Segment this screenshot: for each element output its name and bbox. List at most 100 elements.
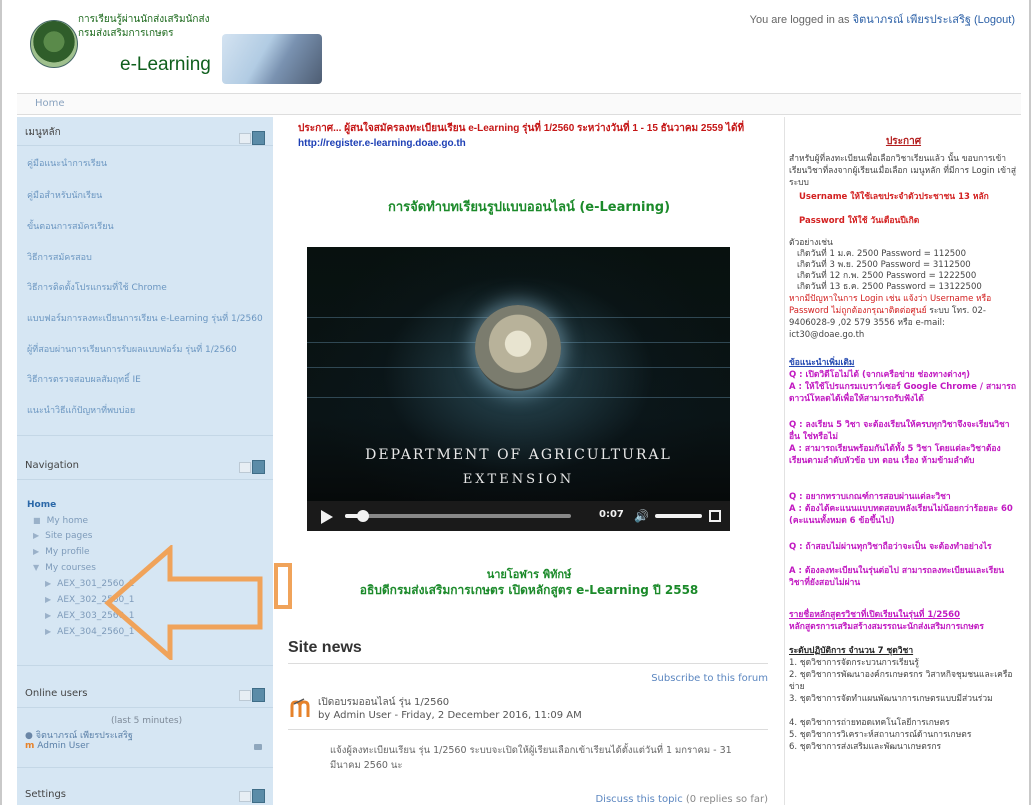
bullet-icon: ■ xyxy=(33,516,41,525)
faq-a: A : ต้องลงทะเบียนในรุ่นต่อไป สามารถลงทะเ… xyxy=(789,566,1005,588)
bullet-username: Username ให้ใช้เลขประจำตัวประชาชน 13 หลั… xyxy=(799,192,989,202)
bullet-password: Password ให้ใช้ วันเดือนปีเกิด xyxy=(799,216,920,226)
menu-item[interactable]: วิธีการติดตั้งโปรแกรมที่ใช้ Chrome xyxy=(27,280,167,294)
menu-item[interactable]: วิธีการตรวจสอบผลสัมฤทธิ์ IE xyxy=(27,372,141,386)
nav-item-my-courses[interactable]: ▼ My courses xyxy=(33,563,96,573)
course-list-item: 5. ชุดวิชาการวิเคราะห์สถานการณ์ด้านการเก… xyxy=(789,730,972,740)
news-post-body: แจ้งผู้ลงทะเบียนเรียน รุ่น 1/2560 ระบบจะ… xyxy=(330,745,732,771)
subscribe-link[interactable]: Subscribe to this forum xyxy=(651,673,768,684)
department-seal xyxy=(475,305,561,391)
nav-home[interactable]: Home xyxy=(27,500,56,510)
message-icon[interactable] xyxy=(254,744,262,750)
dock-icon[interactable] xyxy=(252,131,265,145)
faq-heading: ข้อแนะนำเพิ่มเติม xyxy=(789,358,855,368)
faq-a: A : สามารถเรียนพร้อมกันได้ทั้ง 5 วิชา โด… xyxy=(789,444,1001,466)
nav-item-my-profile[interactable]: ▶ My profile xyxy=(33,547,90,557)
collapse-icon[interactable] xyxy=(239,462,251,473)
expand-icon: ▶ xyxy=(45,595,52,604)
main-content: ประกาศ... ผู้สนใจสมัครลงทะเบียนเรียน e-L… xyxy=(280,117,778,805)
moodle-icon xyxy=(290,698,310,717)
reply-count: (0 replies so far) xyxy=(685,794,768,805)
logout-link[interactable]: (Logout) xyxy=(974,14,1015,26)
doae-seal-logo[interactable] xyxy=(30,20,78,68)
right-sidebar: ประกาศ สำหรับผู้ที่ลงทะเบียนเพื่อเลือกวิ… xyxy=(784,117,1022,805)
faq-q: Q : เปิดวิดีโอไม่ได้ (จากเครือข่าย ช่องท… xyxy=(789,370,970,380)
login-prefix: You are logged in as xyxy=(749,14,850,26)
site-header: การเรียนรู้ผ่านนักส่งเสริมนักส่ง กรมส่งเ… xyxy=(10,0,1021,90)
logo-line-2: กรมส่งเสริมการเกษตร xyxy=(78,28,174,39)
menu-item[interactable]: วิธีการสมัครสอบ xyxy=(27,250,92,264)
news-post-author: by Admin User - Friday, 2 December 2016,… xyxy=(318,710,582,721)
faq-a: A : ต้องได้คะแนนแบบทดสอบหลังเรียนไม่น้อย… xyxy=(789,504,1013,526)
announcement: ประกาศ... ผู้สนใจสมัครลงทะเบียนเรียน e-L… xyxy=(298,121,768,151)
seek-bar[interactable] xyxy=(345,510,571,522)
announcement-title: ประกาศ xyxy=(885,136,922,147)
decorative-wave xyxy=(307,397,730,398)
left-sidebar: เมนูหลัก คู่มือแนะนำการเรียน คู่มือสำหรั… xyxy=(17,117,273,805)
menu-item[interactable]: แบบฟอร์มการลงทะเบียนการเรียน e-Learning … xyxy=(27,311,263,325)
divider xyxy=(17,479,273,480)
faq-a: A : ให้ใช้โปรแกรมเบราว์เซอร์ Google Chro… xyxy=(789,382,1016,404)
divider xyxy=(288,663,768,664)
video-time: 0:07 xyxy=(599,509,624,520)
course-list-heading: รายชื่อหลักสูตรวิชาที่เปิดเรียนในรุ่นที่… xyxy=(789,610,961,620)
collapse-icon[interactable] xyxy=(239,791,251,802)
breadcrumb-home[interactable]: Home xyxy=(35,98,65,109)
collapse-icon: ▼ xyxy=(33,563,40,572)
video-player[interactable]: DEPARTMENT OF AGRICULTURAL EXTENSION 0:0… xyxy=(307,247,730,531)
main-menu-controls xyxy=(239,131,265,145)
navigation-controls xyxy=(239,460,265,474)
play-icon[interactable] xyxy=(321,510,333,524)
divider xyxy=(17,145,273,146)
expand-icon: ▶ xyxy=(45,611,52,620)
settings-title: Settings xyxy=(25,789,67,800)
dock-icon[interactable] xyxy=(252,460,265,474)
divider xyxy=(17,767,273,768)
online-user[interactable]: ● จิตนาภรณ์ เพียรประเสริฐ xyxy=(25,728,133,742)
dock-icon[interactable] xyxy=(252,789,265,803)
nav-item-my-home[interactable]: ■ My home xyxy=(33,516,88,526)
online-user[interactable]: m Admin User xyxy=(25,741,89,751)
divider xyxy=(17,665,273,666)
user-profile-link[interactable]: จิตนาภรณ์ เพียรประเสริฐ xyxy=(853,14,971,26)
course-list-item: 6. ชุดวิชาการส่งเสริมและพัฒนาเกษตรกร xyxy=(789,742,942,752)
logo-line-1: การเรียนรู้ผ่านนักส่งเสริมนักส่ง xyxy=(78,14,210,25)
course-list-item: 4. ชุดวิชาการถ่ายทอดเทคโนโลยีการเกษตร xyxy=(789,718,950,728)
menu-item[interactable]: แนะนำวิธีแก้ปัญหาที่พบบ่อย xyxy=(27,403,135,417)
divider xyxy=(17,435,273,436)
intro-text: สำหรับผู้ที่ลงทะเบียนเพื่อเลือกวิชาเรียน… xyxy=(789,154,1017,188)
discuss-link-wrap: Discuss this topic (0 replies so far) xyxy=(595,794,768,805)
dock-icon[interactable] xyxy=(252,688,265,702)
site-news-heading: Site news xyxy=(288,639,362,656)
menu-item[interactable]: คู่มือแนะนำการเรียน xyxy=(27,156,107,170)
logo-title[interactable]: e-Learning xyxy=(120,54,211,76)
nav-item-site-pages[interactable]: ▶ Site pages xyxy=(33,531,92,541)
menu-item[interactable]: ผู้ที่สอบผ่านการเรียนการรับผลแบบฟอร์ม รุ… xyxy=(27,342,237,356)
menu-item[interactable]: ขั้นตอนการสมัครเรียน xyxy=(27,219,114,233)
collapse-icon[interactable] xyxy=(239,690,251,701)
divider xyxy=(288,729,768,730)
course-title: การจัดทำบทเรียนรูปแบบออนไลน์ (e-Learning… xyxy=(387,200,671,215)
expand-icon: ▶ xyxy=(33,547,40,556)
faq-q: Q : อยากทราบเกณฑ์การสอบผ่านแต่ละวิชา xyxy=(789,492,951,502)
moodle-icon: m xyxy=(25,741,35,751)
seek-handle[interactable] xyxy=(357,510,369,522)
menu-item[interactable]: คู่มือสำหรับนักเรียน xyxy=(27,188,102,202)
volume-icon[interactable]: 🔊 xyxy=(634,509,649,523)
volume-slider[interactable] xyxy=(655,514,702,518)
expand-icon: ▶ xyxy=(33,531,40,540)
discuss-link[interactable]: Discuss this topic xyxy=(595,794,682,805)
collapse-icon[interactable] xyxy=(239,133,251,144)
course-list-item: 2. ชุดวิชาการพัฒนาองค์กรเกษตรกร วิสาหกิจ… xyxy=(789,670,1013,692)
video-caption-2: EXTENSION xyxy=(462,472,575,487)
online-users-title: Online users xyxy=(25,688,88,699)
online-window: (last 5 minutes) xyxy=(111,716,183,726)
news-post-title[interactable]: เปิดอบรมออนไลน์ รุ่น 1/2560 xyxy=(318,695,449,710)
main-menu-title: เมนูหลัก xyxy=(25,127,61,138)
expand-icon: ▶ xyxy=(45,579,52,588)
register-link[interactable]: http://register.e-learning.doae.go.th xyxy=(298,138,466,149)
announcement-text: ประกาศ... ผู้สนใจสมัครลงทะเบียนเรียน e-L… xyxy=(298,123,745,134)
faq-q: Q : ถ้าสอบไม่ผ่านทุกวิชาถือว่าจะเป็น จะต… xyxy=(789,542,992,552)
fullscreen-icon[interactable] xyxy=(709,510,721,522)
presenter-title: อธิบดีกรมส่งเสริมการเกษตร เปิดหลักสูตร e… xyxy=(359,583,699,597)
